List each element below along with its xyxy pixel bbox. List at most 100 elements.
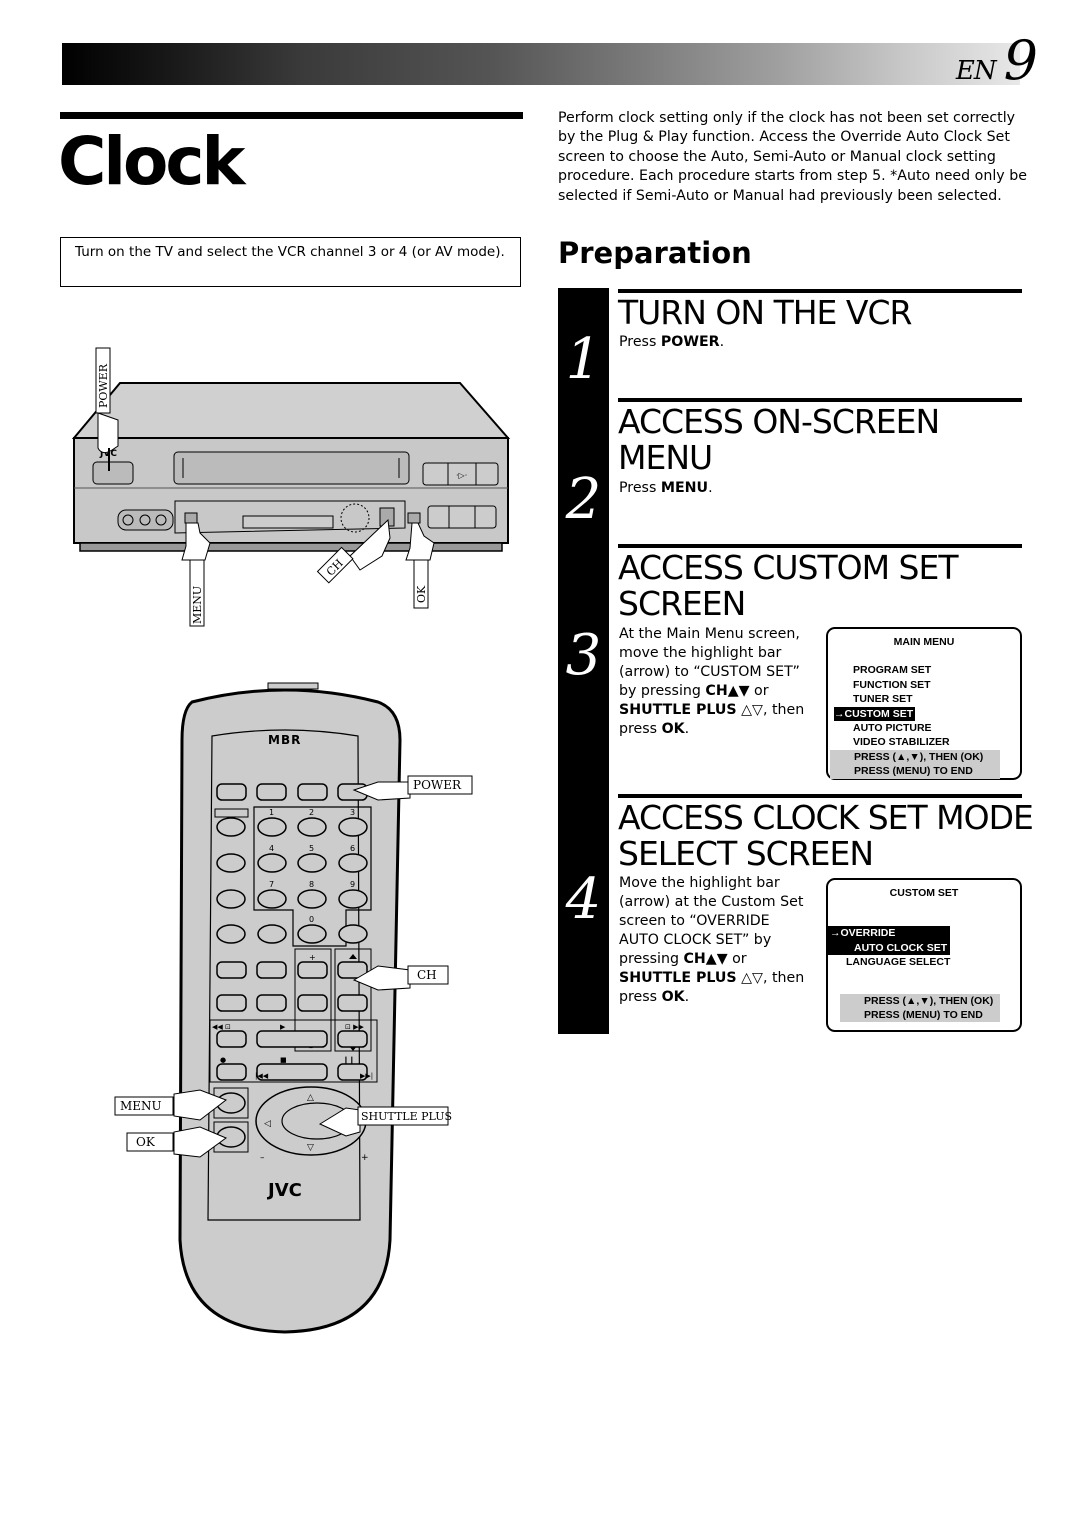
step-2-key: MENU [660,480,709,496]
remote-button[interactable] [216,783,247,801]
digit-label: 6 [350,844,355,853]
ok-key: OK [661,721,685,737]
rewind-button[interactable] [216,1030,247,1048]
text: by pressing [619,683,706,699]
vcr-illustration: JVC ·▷· POWER MENU CH OK [71,347,511,627]
vcr-power-button[interactable] [92,461,134,485]
page-number-value: 9 [1003,29,1038,92]
step-4-line: (arrow) at the Custom Set [619,894,804,910]
svg-text:△: △ [307,1093,314,1103]
menu-item-video-stabilizer: VIDEO STABILIZER [853,736,950,749]
step-3-title-line-2: SCREEN [618,584,746,623]
remote-button[interactable] [216,961,247,979]
step-1-text-end: . [719,334,725,350]
step-4-title-line-1: ACCESS CLOCK SET MODE [618,798,1034,837]
step-2-title: ACCESS ON-SCREEN MENU [618,404,940,476]
step-1-title: TURN ON THE VCR [618,295,912,331]
digit-label: 4 [269,844,274,853]
step-2-text-end: . [708,480,713,496]
text: press [619,721,662,737]
step-4-body: Move the highlight bar (arrow) at the Cu… [619,874,804,1007]
digit-button-3[interactable] [338,817,368,837]
step-3-line: At the Main Menu screen, [619,626,800,642]
remote-button[interactable] [257,924,287,944]
digit-label: 3 [350,808,355,817]
hand-pointer-icon [97,412,119,454]
text: press [619,989,662,1005]
footer-line: PRESS (▲,▼), THEN (OK) [864,994,994,1007]
vcr-display [242,515,334,529]
remote-button[interactable] [297,994,328,1012]
remote-button[interactable] [256,994,287,1012]
intro-paragraph: Perform clock setting only if the clock … [558,110,1027,204]
footer-line: PRESS (▲,▼), THEN (OK) [854,750,984,763]
fast-forward-button[interactable] [337,1030,368,1048]
digit-button-2[interactable] [297,817,327,837]
digit-button-5[interactable] [297,853,327,873]
main-menu-screen: MAIN MENU PROGRAM SET FUNCTION SET TUNER… [826,627,1022,780]
page-title: Clock [58,123,245,200]
ok-key: OK [661,989,685,1005]
step-2-body: Press MENU. [619,479,713,498]
menu-item-function-set: FUNCTION SET [853,678,931,691]
menu-item-tuner-set: TUNER SET [853,693,913,706]
menu-item-label: AUTO CLOCK SET [854,941,948,954]
step-3-line: SHUTTLE PLUS △▽, then [619,701,804,720]
remote-button[interactable] [297,783,328,801]
preparation-heading: Preparation [558,236,752,270]
digit-button-8[interactable] [297,889,327,909]
remote-button[interactable] [216,817,246,837]
digit-button-7[interactable] [257,889,287,909]
play-button[interactable] [256,1030,328,1048]
plus-label: + [309,953,316,962]
step-4-line: screen to “OVERRIDE [619,913,770,929]
record-button[interactable] [216,1063,247,1081]
text: . [684,721,690,737]
arrow-right-icon: → [834,707,845,720]
remote-button[interactable] [216,924,246,944]
step-3-line: move the highlight bar [619,645,782,661]
menu-item-auto-picture: AUTO PICTURE [853,722,932,735]
menu-callout-label: MENU [120,1099,162,1113]
digit-label: 0 [309,915,314,924]
remote-button[interactable] [216,853,246,873]
digit-button-0[interactable] [297,924,327,944]
ch-down-button[interactable] [337,994,368,1012]
step-3-body: At the Main Menu screen, move the highli… [619,625,804,739]
digit-label: 2 [309,808,314,817]
remote-button[interactable] [256,961,287,979]
digit-button-6[interactable] [338,853,368,873]
remote-button[interactable] [338,924,368,944]
step-3-title-line-1: ACCESS CUSTOM SET [618,548,959,587]
digit-button-1[interactable] [257,817,287,837]
vcr-transport-buttons-bottom[interactable] [427,505,497,529]
menu-item-override-selected: →OVERRIDE AUTO CLOCK SET [828,926,950,956]
digit-button-4[interactable] [257,853,287,873]
digit-label: 8 [309,880,314,889]
custom-set-screen: CUSTOM SET →OVERRIDE AUTO CLOCK SET LANG… [826,878,1022,1032]
remote-button[interactable] [256,783,287,801]
remote-button[interactable] [297,961,328,979]
ch-key: CH▲▼ [705,683,750,699]
title-rule [60,112,523,119]
vcr-ok-button[interactable] [407,512,421,524]
shuttle-key: SHUTTLE PLUS [619,702,737,718]
remote-illustration: MBR 1 2 3 4 5 6 7 8 9 0 + – ◀◀ ⊡ ▶ ⊡ ▶▶ ● ■ ❙❙ △ [114,682,473,1334]
footer-line: PRESS (MENU) TO END [864,1009,983,1022]
mbr-logo: MBR [268,733,301,747]
svg-text:◁: ◁ [264,1119,271,1129]
custom-set-title: CUSTOM SET [889,887,959,899]
step-number-2: 2 [565,467,602,532]
svg-text:◀◀ ⊡: ◀◀ ⊡ [212,1023,231,1031]
menu-item-label: CUSTOM SET [844,707,914,720]
step-4-line: AUTO CLOCK SET” by [619,932,772,948]
digit-button-9[interactable] [338,889,368,909]
remote-button[interactable] [216,889,246,909]
remote-button[interactable] [216,994,247,1012]
text: △▽, then [736,702,805,718]
svg-text:·▷·: ·▷· [456,471,467,480]
svg-text:●: ● [220,1056,226,1064]
vcr-menu-button[interactable] [184,512,198,524]
digit-label: 1 [269,808,274,817]
shuttle-callout-label: SHUTTLE PLUS [361,1110,452,1123]
